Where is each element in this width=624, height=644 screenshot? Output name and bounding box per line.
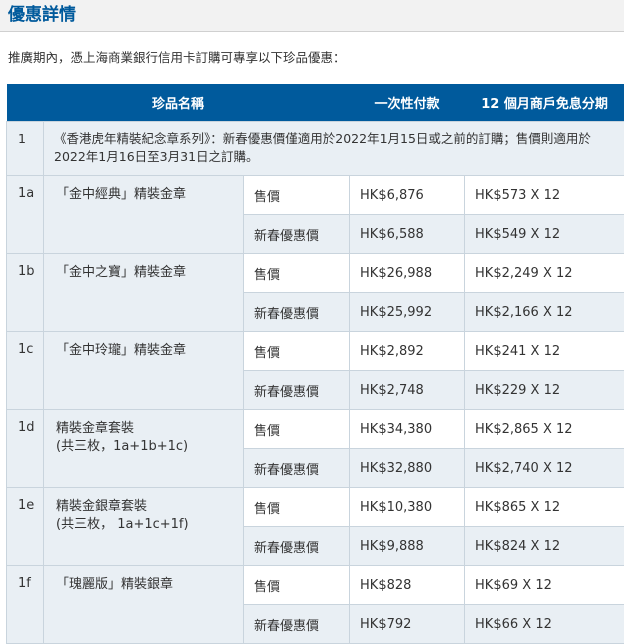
- item-name-line1: 「金中之寶」精裝金章: [56, 264, 233, 282]
- sale-price: HK$34,380: [350, 410, 465, 449]
- item-number: 1e: [7, 488, 44, 566]
- item-name: 「金中玲瓏」精裝金章: [44, 332, 244, 410]
- sale-installment: HK$241 X 12: [465, 332, 624, 371]
- promo-label: 新春優惠價: [244, 449, 350, 488]
- item-name-line1: 精裝金銀章套裝: [56, 498, 233, 516]
- promo-installment: HK$2,740 X 12: [465, 449, 624, 488]
- promo-label: 新春優惠價: [244, 293, 350, 332]
- item-name-line1: 精裝金章套裝: [56, 420, 233, 438]
- sale-installment: HK$2,865 X 12: [465, 410, 624, 449]
- sale-label: 售價: [244, 254, 350, 293]
- promo-price: HK$6,588: [350, 215, 465, 254]
- sale-label: 售價: [244, 488, 350, 527]
- item-name: 精裝金章套裝(共三枚，1a+1b+1c): [44, 410, 244, 488]
- sale-installment: HK$573 X 12: [465, 176, 624, 215]
- sale-installment: HK$69 X 12: [465, 566, 624, 605]
- promo-installment: HK$2,166 X 12: [465, 293, 624, 332]
- sale-label: 售價: [244, 176, 350, 215]
- promo-installment: HK$549 X 12: [465, 215, 624, 254]
- item-name-line2: (共三枚，1a+1b+1c): [56, 438, 233, 456]
- promo-price: HK$9,888: [350, 527, 465, 566]
- promo-price: HK$2,748: [350, 371, 465, 410]
- table-header-row: 珍品名稱 一次性付款 12 個月商戶免息分期: [7, 84, 624, 122]
- item-name-line1: 「金中經典」精裝金章: [56, 186, 233, 204]
- promo-price: HK$792: [350, 605, 465, 644]
- table-row: 1b「金中之寶」精裝金章售價HK$26,988HK$2,249 X 12: [7, 254, 624, 293]
- item-number: 1f: [7, 566, 44, 644]
- item-number: 1a: [7, 176, 44, 254]
- item-name-line1: 「金中玲瓏」精裝金章: [56, 342, 233, 360]
- promo-label: 新春優惠價: [244, 371, 350, 410]
- intro-text: 推廣期內，憑上海商業銀行信用卡訂購可專享以下珍品優惠：: [0, 32, 624, 84]
- item-name-line2: (共三枚， 1a+1c+1f): [56, 516, 233, 534]
- table-row: 1d精裝金章套裝(共三枚，1a+1b+1c)售價HK$34,380HK$2,86…: [7, 410, 624, 449]
- promo-label: 新春優惠價: [244, 605, 350, 644]
- item-name: 「金中之寶」精裝金章: [44, 254, 244, 332]
- item-number: 1c: [7, 332, 44, 410]
- sale-price: HK$6,876: [350, 176, 465, 215]
- page-title: 優惠詳情: [0, 0, 624, 32]
- table-row: 1f「瑰麗版」精裝銀章售價HK$828HK$69 X 12: [7, 566, 624, 605]
- offer-table: 珍品名稱 一次性付款 12 個月商戶免息分期 1 《香港虎年精裝紀念章系列》：新…: [6, 84, 624, 644]
- promo-installment: HK$229 X 12: [465, 371, 624, 410]
- header-installment: 12 個月商戶免息分期: [465, 84, 624, 122]
- table-row: 1c「金中玲瓏」精裝金章售價HK$2,892HK$241 X 12: [7, 332, 624, 371]
- table-row: 1e精裝金銀章套裝(共三枚， 1a+1c+1f)售價HK$10,380HK$86…: [7, 488, 624, 527]
- sale-label: 售價: [244, 332, 350, 371]
- promo-price: HK$25,992: [350, 293, 465, 332]
- header-one-time: 一次性付款: [350, 84, 465, 122]
- sale-price: HK$828: [350, 566, 465, 605]
- item-name-line1: 「瑰麗版」精裝銀章: [56, 576, 233, 594]
- sale-price: HK$26,988: [350, 254, 465, 293]
- promo-installment: HK$824 X 12: [465, 527, 624, 566]
- sale-label: 售價: [244, 410, 350, 449]
- item-name: 「金中經典」精裝金章: [44, 176, 244, 254]
- note-number: 1: [7, 122, 44, 176]
- item-number: 1b: [7, 254, 44, 332]
- sale-price: HK$2,892: [350, 332, 465, 371]
- sale-price: HK$10,380: [350, 488, 465, 527]
- promo-label: 新春優惠價: [244, 527, 350, 566]
- sale-label: 售價: [244, 566, 350, 605]
- note-row: 1 《香港虎年精裝紀念章系列》：新春優惠價僅適用於2022年1月15日或之前的訂…: [7, 122, 624, 176]
- promo-installment: HK$66 X 12: [465, 605, 624, 644]
- promo-label: 新春優惠價: [244, 215, 350, 254]
- sale-installment: HK$865 X 12: [465, 488, 624, 527]
- header-item: 珍品名稱: [7, 84, 350, 122]
- sale-installment: HK$2,249 X 12: [465, 254, 624, 293]
- item-name: 「瑰麗版」精裝銀章: [44, 566, 244, 644]
- item-name: 精裝金銀章套裝(共三枚， 1a+1c+1f): [44, 488, 244, 566]
- item-number: 1d: [7, 410, 44, 488]
- promo-price: HK$32,880: [350, 449, 465, 488]
- note-text: 《香港虎年精裝紀念章系列》：新春優惠價僅適用於2022年1月15日或之前的訂購；…: [44, 122, 624, 176]
- table-row: 1a「金中經典」精裝金章售價HK$6,876HK$573 X 12: [7, 176, 624, 215]
